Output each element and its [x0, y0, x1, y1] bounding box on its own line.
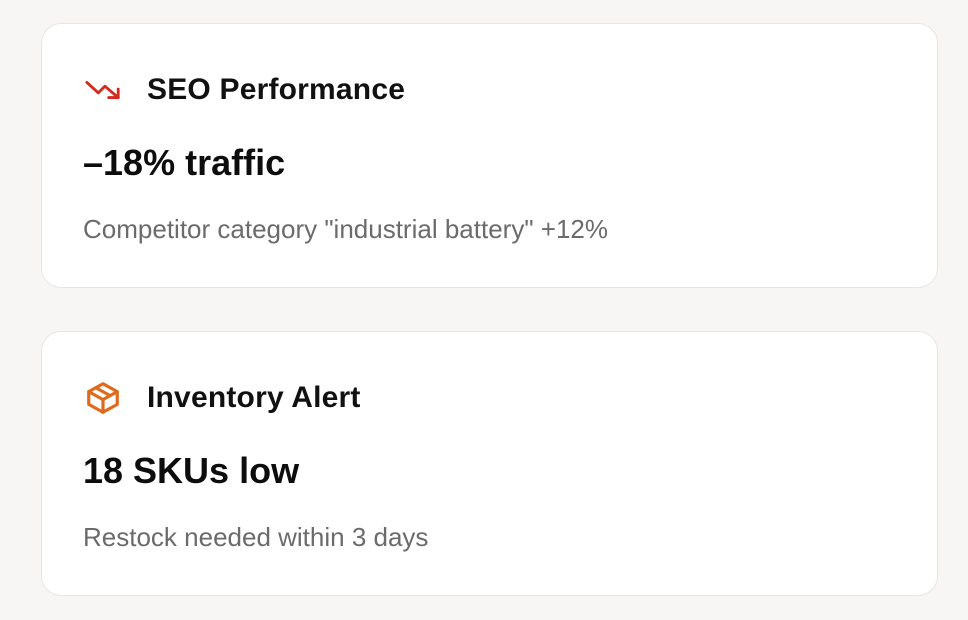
card-metric-value: –18% traffic [83, 142, 286, 183]
seo-performance-card: SEO Performance –18% traffic Competitor … [41, 23, 938, 288]
card-subtitle: Restock needed within 3 days [83, 522, 429, 552]
card-metric-value: 18 SKUs low [83, 450, 300, 491]
card-title: SEO Performance [147, 73, 406, 106]
card-header: SEO Performance [84, 70, 405, 110]
card-header: Inventory Alert [84, 378, 361, 418]
trending-down-icon [84, 71, 122, 109]
inventory-alert-card: Inventory Alert 18 SKUs low Restock need… [41, 331, 938, 596]
card-subtitle: Competitor category "industrial battery"… [83, 214, 608, 244]
package-icon [84, 379, 122, 417]
card-title: Inventory Alert [147, 381, 361, 414]
